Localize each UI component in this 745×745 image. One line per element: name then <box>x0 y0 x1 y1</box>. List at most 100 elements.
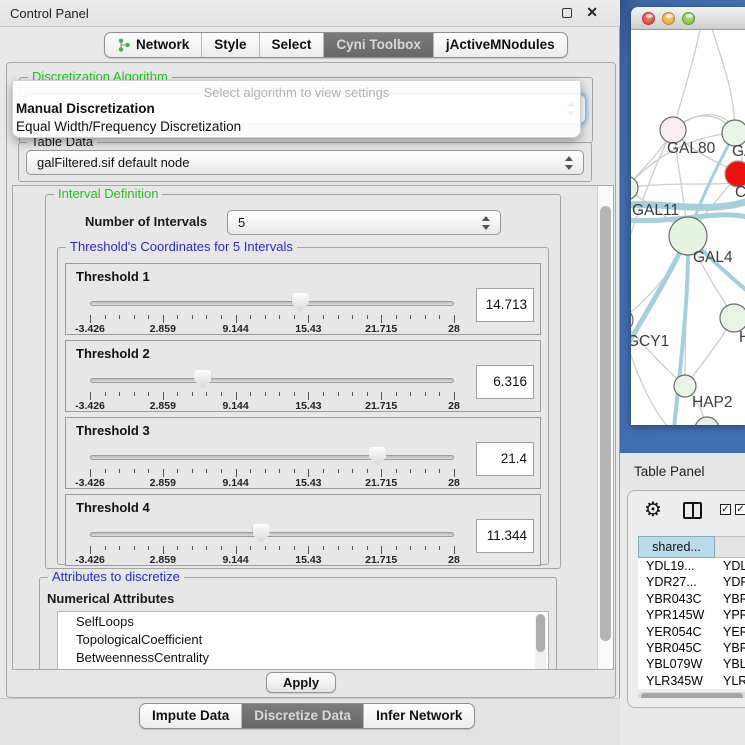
tab-impute-data[interactable]: Impute Data <box>140 704 242 728</box>
slider-track[interactable] <box>90 301 454 306</box>
cell-shared-name[interactable]: YDL19... <box>646 558 715 574</box>
minimize-traffic-icon[interactable] <box>662 12 675 25</box>
attribute-item[interactable]: BetweennessCentrality <box>58 648 548 666</box>
node-attribute-table: shared... name YDL19...YDL19...YDR27...Y… <box>638 536 745 698</box>
table-data-combobox[interactable]: galFiltered.sif default node <box>26 150 584 175</box>
table-row[interactable]: YBR045C YBR045C <box>638 640 745 656</box>
cell-shared-name[interactable]: YBL079W <box>646 656 715 672</box>
control-panel-titlebar: Control Panel ✕ <box>0 0 620 27</box>
network-canvas[interactable]: GAL80GALCGAL11GAL4GCY1HHAP2 <box>631 30 745 425</box>
close-traffic-icon[interactable] <box>642 12 655 25</box>
table-row[interactable]: YBR043C YBR043C <box>638 591 745 607</box>
cell-name[interactable]: YLR345W <box>723 673 745 689</box>
slider-track[interactable] <box>90 455 454 460</box>
close-icon[interactable]: ✕ <box>586 4 598 21</box>
num-intervals-combobox[interactable]: 5 <box>227 210 501 235</box>
threshold-4-value-field[interactable]: 11.344 <box>476 519 534 553</box>
slider-thumb[interactable] <box>253 524 270 543</box>
gear-icon[interactable]: ⚙ <box>644 497 662 522</box>
split-pane-icon[interactable] <box>683 502 702 519</box>
table-horizontal-scrollbar[interactable] <box>638 692 745 698</box>
table-row[interactable]: YDR27... YDR27... <box>638 574 745 590</box>
slider-thumb[interactable] <box>369 447 386 466</box>
algorithm-placeholder: Select algorithm to view settings <box>13 85 580 100</box>
tab-cyni-toolbox[interactable]: Cyni Toolbox <box>324 33 434 57</box>
cell-shared-name[interactable]: YDR27... <box>646 574 715 590</box>
cell-name[interactable]: YDL19... <box>723 558 745 574</box>
table-row[interactable]: YPR145W YPR145W <box>638 607 745 623</box>
float-window-icon[interactable] <box>562 8 572 18</box>
attributes-scrollbar[interactable] <box>535 614 546 670</box>
apply-button[interactable]: Apply <box>266 672 336 693</box>
num-intervals-label: Number of Intervals <box>85 214 207 229</box>
node-label: C <box>735 184 745 201</box>
column-header-shared-name[interactable]: shared... <box>638 536 715 558</box>
tab-label: jActiveMNodules <box>446 37 555 52</box>
algorithm-option-equal-width[interactable]: Equal Width/Frequency Discretization <box>15 119 578 134</box>
slider-scale-labels: -3.4262.8599.14415.4321.71528 <box>90 400 454 412</box>
bottom-tab-bar: Impute Data Discretize Data Infer Network <box>139 703 475 729</box>
network-node-h[interactable] <box>720 304 745 332</box>
tab-style[interactable]: Style <box>202 33 259 57</box>
cell-name[interactable]: YER054C <box>723 624 745 640</box>
node-label: GAL <box>732 143 745 160</box>
cell-name[interactable]: YBR043C <box>723 591 745 607</box>
slider-track[interactable] <box>90 378 454 383</box>
cell-name[interactable]: YPR145W <box>723 607 745 623</box>
tab-infer-network[interactable]: Infer Network <box>364 704 474 728</box>
cell-shared-name[interactable]: YBR043C <box>646 591 715 607</box>
network-edge <box>673 30 701 130</box>
cell-shared-name[interactable]: YLR345W <box>646 673 715 689</box>
tab-discretize-data[interactable]: Discretize Data <box>242 704 364 728</box>
checkbox-icon[interactable]: ✓ <box>735 504 745 515</box>
threshold-1-value-field[interactable]: 14.713 <box>476 288 534 322</box>
table-row[interactable]: YBL079W YBL079W <box>638 656 745 672</box>
cell-shared-name[interactable]: YPR145W <box>646 607 715 623</box>
attribute-item[interactable]: SelfLoops <box>58 612 548 630</box>
slider-track[interactable] <box>90 532 454 537</box>
network-view-window: GAL80GALCGAL11GAL4GCY1HHAP2 <box>631 7 745 425</box>
cell-shared-name[interactable]: YBR045C <box>646 640 715 656</box>
top-tab-bar: Network Style SelectCyni Toolbox jActiveMNo… <box>104 32 568 58</box>
network-node[interactable] <box>695 417 719 425</box>
cell-name[interactable]: YBL079W <box>723 656 745 672</box>
node-label: H <box>739 329 745 346</box>
numerical-attributes-label: Numerical Attributes <box>47 591 174 606</box>
settings-vertical-scrollbar[interactable] <box>597 186 613 670</box>
node-label: GAL11 <box>632 202 679 219</box>
algorithm-option-manual[interactable]: Manual Discretization <box>15 101 578 116</box>
threshold-2-value-field[interactable]: 6.316 <box>476 365 534 399</box>
tab-label: Discretize Data <box>254 708 351 723</box>
table-data-value: galFiltered.sif default node <box>37 155 189 170</box>
tab-jactivemnodules[interactable]: jActiveMNodules <box>434 33 567 57</box>
slider-thumb[interactable] <box>292 293 309 312</box>
settings-scroll-viewport: Interval Definition Number of Intervals … <box>12 185 614 670</box>
slider-thumb[interactable] <box>194 370 211 389</box>
table-rows: YDL19...YDL19...YDR27...YDR27...YBR043CY… <box>638 558 745 689</box>
tab-label: Infer Network <box>376 708 462 723</box>
cell-name[interactable]: YBR045C <box>723 640 745 656</box>
node-label: GAL80 <box>667 140 716 157</box>
attribute-item[interactable]: TopologicalCoefficient <box>58 630 548 648</box>
node-label: HAP2 <box>692 394 733 411</box>
table-panel-header: Table Panel <box>620 453 745 490</box>
tab-network[interactable]: Network <box>105 33 202 57</box>
cell-name[interactable]: YDR27... <box>723 574 745 590</box>
tab-label: Network <box>136 37 189 52</box>
table-row[interactable]: YDL19... YDL19... <box>638 558 745 574</box>
column-header-name[interactable]: name <box>715 536 745 558</box>
threshold-3-value-field[interactable]: 21.4 <box>476 442 534 476</box>
table-row[interactable]: YER054C YER054C <box>638 624 745 640</box>
threshold-4-box: Threshold 4-3.4262.8599.14415.4321.71528… <box>65 494 541 566</box>
tab-label: Style <box>214 37 246 52</box>
cell-shared-name[interactable]: YER054C <box>646 624 715 640</box>
zoom-traffic-icon[interactable] <box>682 12 695 25</box>
checkbox-icon[interactable]: ✓ <box>720 504 731 515</box>
node-label: GAL4 <box>693 249 733 266</box>
control-panel: Control Panel ✕ Network Style SelectCyni T… <box>0 0 620 745</box>
num-intervals-value: 5 <box>238 215 245 230</box>
tab-select[interactable]: Select <box>260 33 325 57</box>
tab-label: Impute Data <box>152 708 229 723</box>
table-row[interactable]: YLR345W YLR345W <box>638 673 745 689</box>
algorithm-dropdown-popup: Select algorithm to view settings Manual… <box>12 80 581 138</box>
